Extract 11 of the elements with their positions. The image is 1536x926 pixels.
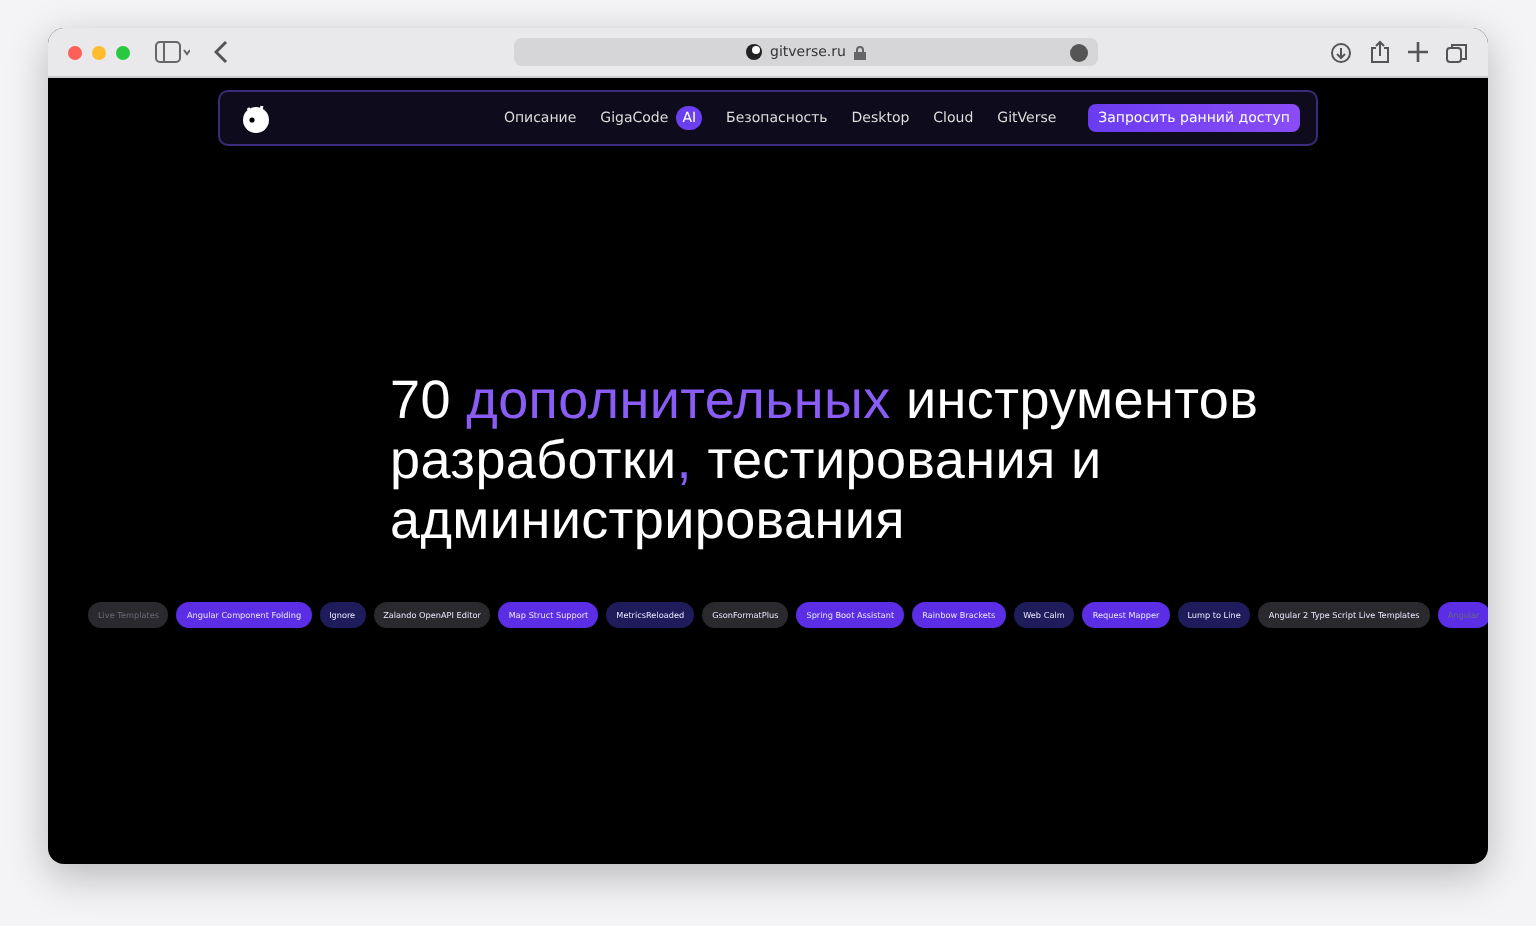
new-tab-icon[interactable] <box>1408 42 1428 62</box>
more-icon[interactable] <box>1070 43 1088 61</box>
back-icon[interactable] <box>214 40 230 64</box>
headline: 70 дополнительных инструментов разработки, тестирования и администрирования <box>390 370 1261 550</box>
sidebar-icon[interactable] <box>154 40 190 64</box>
tabs-overview-icon[interactable] <box>1446 41 1468 63</box>
lock-icon <box>853 45 866 59</box>
download-icon[interactable] <box>1330 41 1352 63</box>
site-icon <box>746 44 763 60</box>
logo-icon[interactable] <box>240 102 272 134</box>
share-icon[interactable] <box>1370 40 1390 64</box>
